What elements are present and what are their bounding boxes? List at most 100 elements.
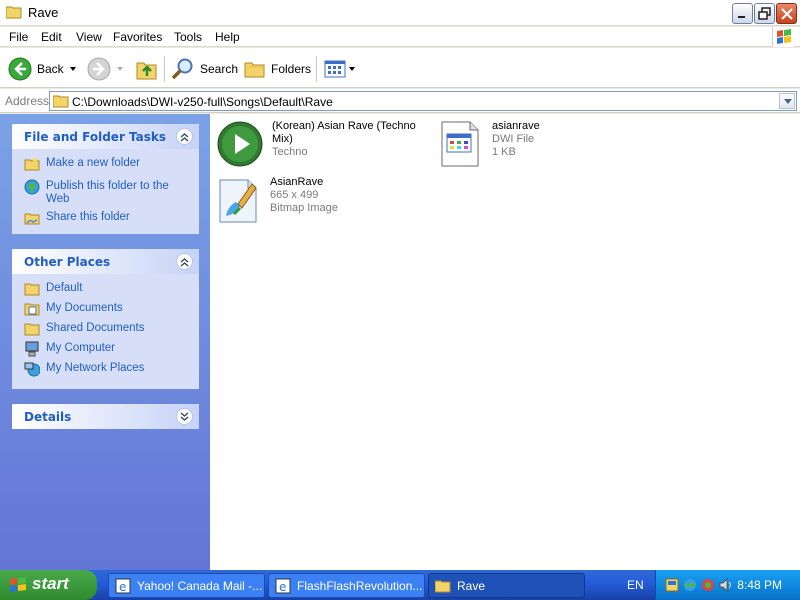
- forward-arrow-icon: [87, 57, 111, 81]
- dwi-file-icon: [441, 121, 479, 167]
- panel-title: Other Places: [24, 255, 111, 269]
- forward-button[interactable]: [87, 56, 123, 82]
- taskbar: start e Yahoo! Canada Mail -... e FlashF…: [0, 570, 800, 600]
- windows-flag-icon: [10, 577, 26, 592]
- search-button[interactable]: Search: [171, 56, 238, 82]
- forward-dropdown-icon[interactable]: [117, 67, 123, 71]
- taskbar-button-yahoo-mail[interactable]: e Yahoo! Canada Mail -...: [108, 573, 265, 598]
- file-size: 1 KB: [492, 146, 516, 158]
- restore-icon: [758, 7, 771, 20]
- collapse-chevron-icon[interactable]: [176, 253, 193, 270]
- maximize-button[interactable]: [754, 3, 775, 24]
- place-my-computer[interactable]: My Computer: [24, 340, 199, 360]
- network-places-icon: [24, 362, 40, 377]
- language-indicator[interactable]: EN: [627, 578, 644, 592]
- address-dropdown-button[interactable]: [779, 93, 795, 109]
- close-button[interactable]: [776, 3, 797, 24]
- task-make-new-folder[interactable]: Make a new folder: [24, 155, 199, 175]
- image-dimensions: 665 x 499: [270, 189, 319, 201]
- place-my-documents[interactable]: My Documents: [24, 300, 199, 320]
- taskbar-button-flashflashrevolution[interactable]: e FlashFlashRevolution...: [268, 573, 425, 598]
- toolbar: Back Search Folders: [0, 48, 800, 88]
- start-button[interactable]: start: [0, 570, 97, 600]
- views-button[interactable]: [324, 56, 355, 82]
- toolbar-separator: [164, 56, 165, 82]
- file-list-view[interactable]: (Korean) Asian Rave (Techno Mix) Techno …: [210, 114, 800, 570]
- tray-security-icon[interactable]: [700, 577, 716, 593]
- svg-text:e: e: [279, 580, 286, 594]
- file-type: Techno: [272, 146, 308, 158]
- folders-label: Folders: [271, 62, 312, 76]
- my-computer-icon: [25, 341, 39, 357]
- tray-network-icon[interactable]: [682, 577, 698, 593]
- menu-file[interactable]: File: [9, 30, 28, 44]
- expand-chevron-icon[interactable]: [176, 408, 193, 425]
- task-publish-folder[interactable]: Publish this folder to the Web: [24, 178, 199, 206]
- file-item[interactable]: AsianRave 665 x 499 Bitmap Image: [214, 176, 338, 224]
- menu-bar: File Edit View Favorites Tools Help: [0, 27, 800, 47]
- minimize-button[interactable]: [732, 3, 753, 24]
- place-default[interactable]: Default: [24, 280, 199, 300]
- task-label: Make a new folder: [46, 157, 140, 169]
- back-button[interactable]: Back: [8, 56, 76, 82]
- publish-web-icon: [24, 179, 40, 195]
- back-dropdown-icon[interactable]: [69, 67, 76, 71]
- place-label: My Computer: [46, 342, 116, 354]
- tray-app-icon[interactable]: [664, 577, 680, 593]
- folder-icon: [53, 95, 69, 108]
- views-dropdown-icon[interactable]: [349, 67, 355, 71]
- menu-tools[interactable]: Tools: [174, 30, 202, 44]
- menu-view[interactable]: View: [76, 30, 102, 44]
- place-shared-documents[interactable]: Shared Documents: [24, 320, 199, 340]
- place-label: My Network Places: [46, 362, 145, 374]
- panel-title: Details: [24, 410, 72, 424]
- search-label: Search: [200, 62, 239, 76]
- file-name: AsianRave: [270, 176, 324, 188]
- folder-up-icon: [136, 62, 157, 80]
- collapse-chevron-icon[interactable]: [176, 128, 193, 145]
- panel-header[interactable]: File and Folder Tasks: [12, 124, 199, 149]
- start-label: start: [32, 574, 69, 593]
- menu-help[interactable]: Help: [215, 30, 240, 44]
- file-type: Bitmap Image: [270, 202, 338, 214]
- file-item[interactable]: (Korean) Asian Rave (Techno Mix) Techno: [216, 120, 422, 168]
- new-folder-icon: [24, 157, 40, 171]
- close-icon: [781, 8, 793, 20]
- file-type: DWI File: [492, 133, 535, 145]
- taskbar-button-label: Yahoo! Canada Mail -...: [137, 578, 263, 593]
- folders-button[interactable]: Folders: [244, 56, 311, 82]
- taskbar-button-rave[interactable]: Rave: [428, 573, 585, 598]
- minimize-icon: [738, 16, 745, 18]
- volume-icon[interactable]: [718, 577, 734, 593]
- panel-header[interactable]: Other Places: [12, 249, 199, 274]
- windows-flag-icon: [777, 29, 791, 44]
- place-my-network-places[interactable]: My Network Places: [24, 360, 199, 380]
- other-places-panel: Other Places Default My Documents Shared…: [12, 249, 199, 389]
- panel-header[interactable]: Details: [12, 404, 199, 429]
- taskbar-button-label: Rave: [457, 578, 486, 593]
- address-input[interactable]: C:\Downloads\DWI-v250-full\Songs\Default…: [49, 91, 797, 111]
- toolbar-separator: [316, 56, 317, 82]
- task-share-folder[interactable]: Share this folder: [24, 209, 199, 229]
- place-label: Default: [46, 282, 83, 294]
- folder-icon: [24, 283, 40, 296]
- menu-favorites[interactable]: Favorites: [113, 30, 162, 44]
- svg-text:e: e: [119, 580, 126, 594]
- internet-explorer-icon: e: [115, 578, 131, 594]
- file-folder-tasks-panel: File and Folder Tasks Make a new folder …: [12, 124, 199, 234]
- back-arrow-icon: [8, 57, 32, 81]
- file-name: (Korean) Asian Rave (Techno Mix): [272, 120, 416, 145]
- address-bar: Address C:\Downloads\DWI-v250-full\Songs…: [0, 89, 800, 113]
- taskbar-button-label: FlashFlashRevolution...: [297, 578, 423, 593]
- title-bar[interactable]: Rave: [0, 0, 800, 26]
- file-item[interactable]: asianrave DWI File 1 KB: [436, 120, 540, 168]
- up-button[interactable]: [136, 56, 158, 82]
- menu-edit[interactable]: Edit: [41, 30, 62, 44]
- folder-icon: [6, 6, 22, 19]
- back-label: Back: [37, 62, 64, 76]
- clock: 8:48 PM: [737, 578, 782, 592]
- bitmap-image-icon: [219, 179, 257, 223]
- panel-title: File and Folder Tasks: [24, 130, 167, 144]
- folder-icon: [435, 580, 451, 592]
- file-name: asianrave: [492, 120, 540, 132]
